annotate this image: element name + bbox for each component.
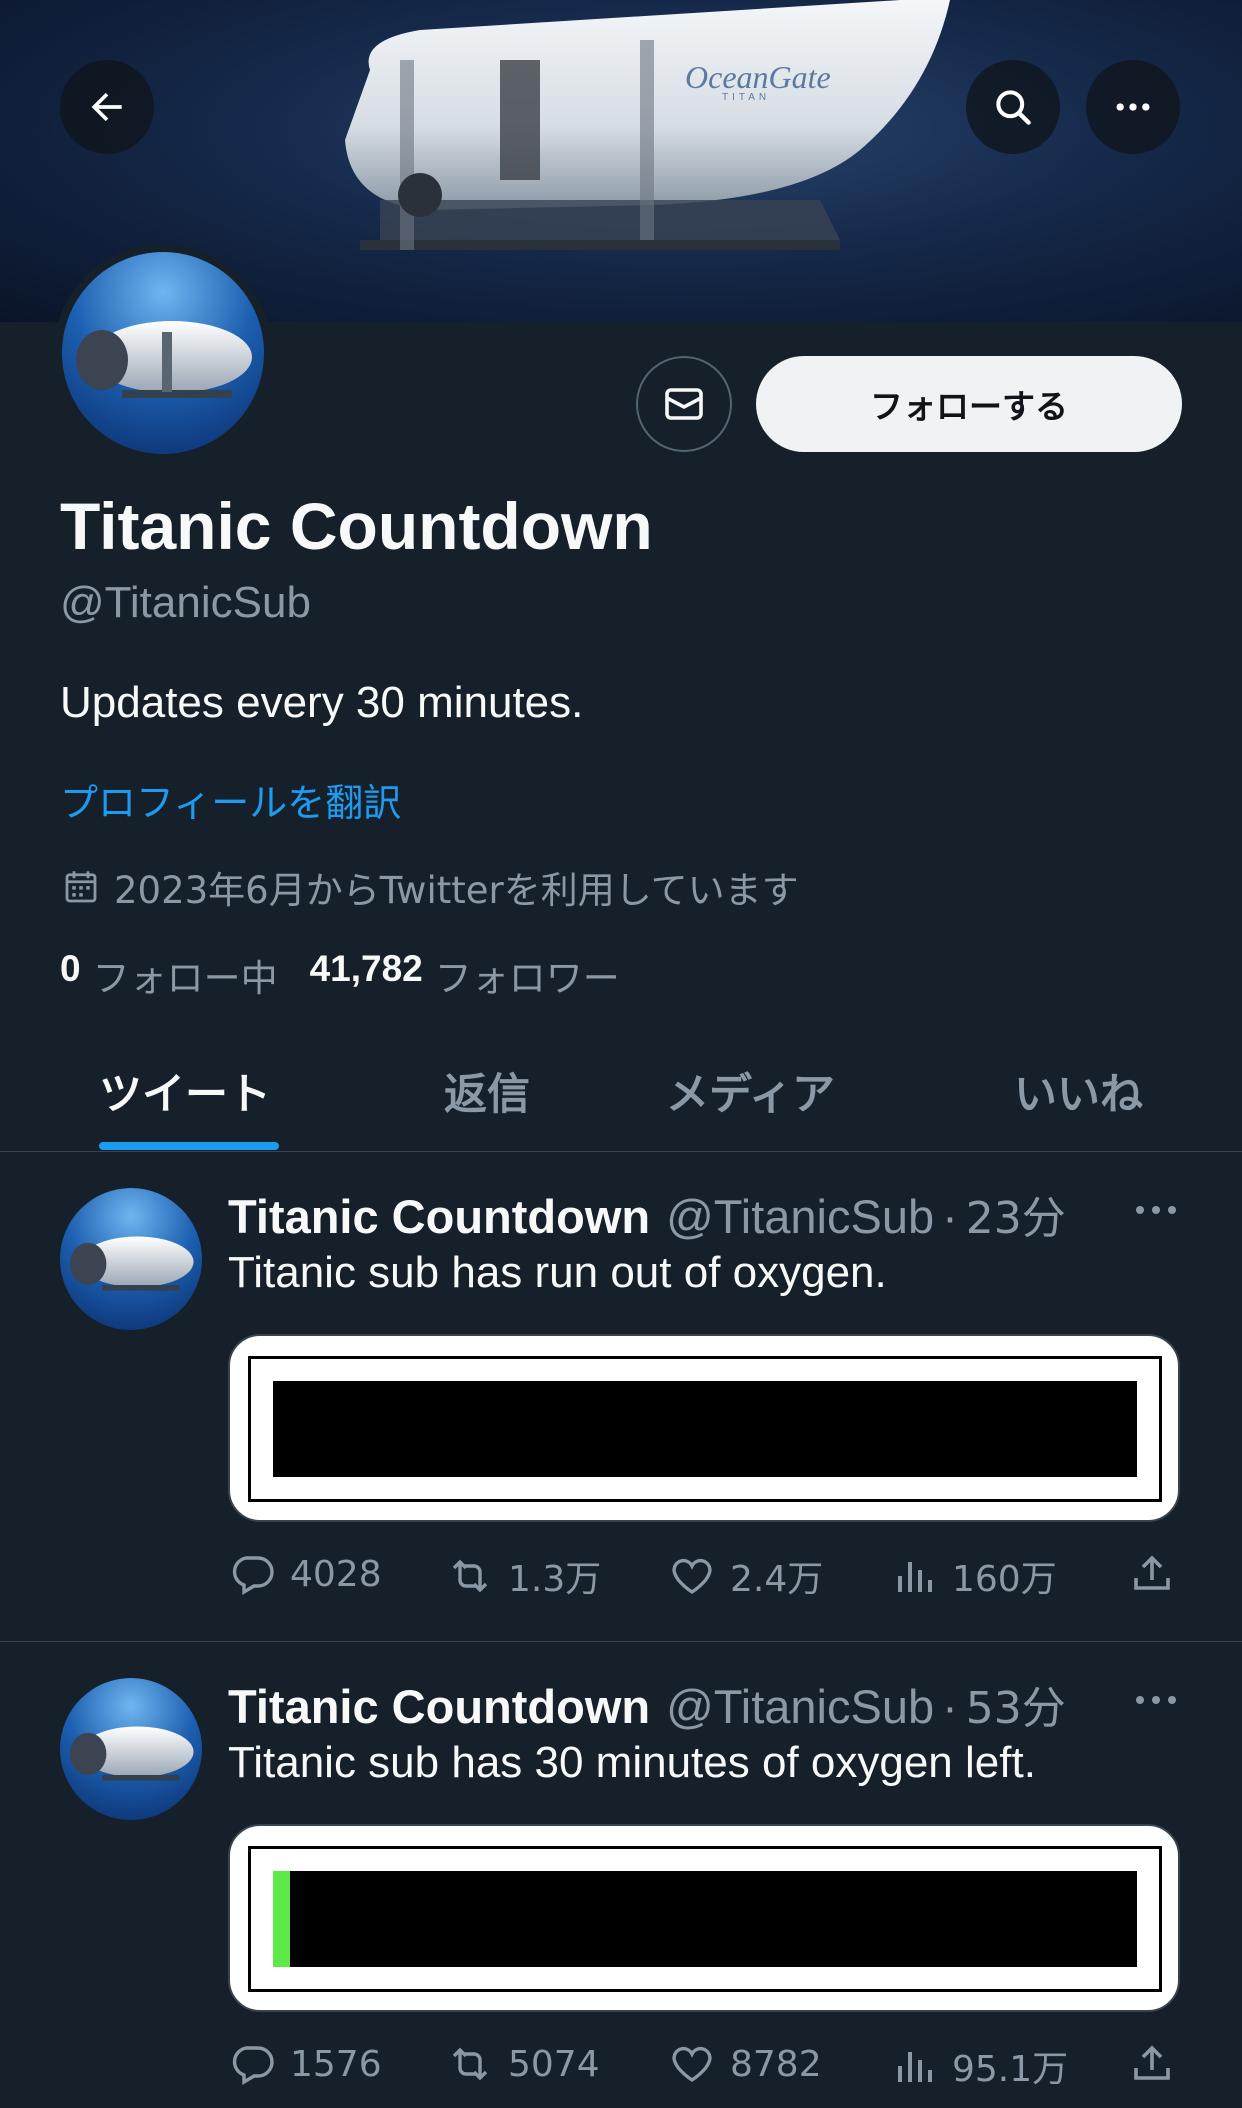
reply-count: 1576 — [290, 2043, 382, 2085]
message-button[interactable] — [636, 356, 732, 452]
following-stat[interactable]: 0 フォロー中 — [60, 948, 278, 1002]
like-action[interactable]: 2.4万 — [668, 1550, 823, 1602]
share-action[interactable] — [1128, 2040, 1176, 2088]
banner-brand-text: OceanGate — [685, 59, 831, 95]
follow-stats: 0 フォロー中 41,782 フォロワー — [60, 948, 642, 1002]
submarine-avatar-image — [60, 1678, 202, 1820]
share-action[interactable] — [1128, 1550, 1176, 1598]
tweet-author-name[interactable]: Titanic Countdown — [228, 1189, 650, 1244]
tweet-header: Titanic Countdown @TitanicSub · 53分 — [228, 1672, 1066, 1736]
submarine-avatar-image — [60, 1188, 202, 1330]
tab-likes[interactable]: いいね — [1014, 1060, 1143, 1122]
profile-avatar[interactable] — [54, 244, 272, 462]
follow-button[interactable]: フォローする — [756, 356, 1182, 452]
tweet[interactable]: Titanic Countdown @TitanicSub · 53分 Tita… — [0, 1642, 1242, 2108]
tweet-avatar[interactable] — [60, 1188, 202, 1330]
retweet-icon — [452, 2047, 488, 2081]
tweet-author-handle[interactable]: @TitanicSub — [666, 1189, 934, 1244]
tweet-avatar[interactable] — [60, 1678, 202, 1820]
search-icon — [996, 90, 1031, 125]
following-label: フォロー中 — [92, 957, 278, 1000]
profile-bio: Updates every 30 minutes. — [60, 678, 584, 727]
retweet-action[interactable]: 1.3万 — [446, 1550, 601, 1602]
tweet-author-handle[interactable]: @TitanicSub — [666, 1679, 934, 1734]
tweet-time[interactable]: 53分 — [966, 1672, 1066, 1736]
tweet-actions: 4028 1.3万 2.4万 160万 — [228, 1550, 1180, 1610]
followers-count: 41,782 — [309, 948, 423, 989]
more-horizontal-icon — [1116, 103, 1150, 111]
views-count: 160万 — [952, 1559, 1057, 1600]
following-count: 0 — [60, 948, 81, 989]
active-tab-indicator — [99, 1142, 279, 1150]
tweet-more-button[interactable] — [1126, 1680, 1186, 1720]
reply-icon — [232, 1556, 274, 1596]
back-button[interactable] — [60, 60, 154, 154]
followers-stat[interactable]: 41,782 フォロワー — [310, 948, 620, 1002]
retweet-count: 1.3万 — [508, 1559, 602, 1600]
oxygen-meter-bar — [273, 1381, 1137, 1477]
profile-handle: @TitanicSub — [60, 578, 311, 627]
reply-count: 4028 — [290, 1553, 382, 1595]
translate-profile-link[interactable]: プロフィールを翻訳 — [60, 772, 401, 827]
reply-icon — [232, 2046, 274, 2086]
tab-replies[interactable]: 返信 — [444, 1060, 530, 1122]
oxygen-meter-frame — [248, 1846, 1162, 1992]
mail-icon — [665, 388, 703, 420]
tweet-time[interactable]: 23分 — [966, 1182, 1066, 1246]
joined-date: 2023年6月からTwitterを利用しています — [60, 860, 799, 914]
tab-tweets[interactable]: ツイート — [99, 1060, 271, 1122]
tweet-media[interactable] — [228, 1334, 1180, 1522]
more-button[interactable] — [1086, 60, 1180, 154]
tweet-separator: · — [942, 1190, 958, 1243]
heart-icon — [672, 1558, 712, 1595]
reply-action[interactable]: 1576 — [228, 2040, 382, 2088]
tweet-header: Titanic Countdown @TitanicSub · 23分 — [228, 1182, 1066, 1246]
share-icon — [1134, 1555, 1170, 1590]
profile-tabs: ツイート 返信 メディア いいね — [0, 1040, 1242, 1152]
tweet-separator: · — [942, 1680, 958, 1733]
tweet-more-button[interactable] — [1126, 1190, 1186, 1230]
joined-text: 2023年6月からTwitterを利用しています — [114, 869, 799, 912]
submarine-avatar-image — [62, 252, 264, 454]
more-horizontal-icon — [1136, 1206, 1176, 1214]
oxygen-meter-frame — [248, 1356, 1162, 1502]
views-action[interactable]: 160万 — [890, 1550, 1057, 1602]
tweet-author-name[interactable]: Titanic Countdown — [228, 1679, 650, 1734]
retweet-action[interactable]: 5074 — [446, 2040, 600, 2088]
calendar-icon — [65, 871, 97, 903]
heart-icon — [672, 2046, 712, 2083]
tweet-text: Titanic sub has 30 minutes of oxygen lef… — [228, 1738, 1036, 1787]
tweet-media[interactable] — [228, 1824, 1180, 2012]
like-count: 2.4万 — [730, 1559, 824, 1600]
banner-sub-text: TITAN — [722, 92, 770, 103]
tweet[interactable]: Titanic Countdown @TitanicSub · 23分 Tita… — [0, 1152, 1242, 1642]
retweet-icon — [452, 1559, 488, 1593]
oxygen-meter-fill — [273, 1871, 291, 1967]
like-action[interactable]: 8782 — [668, 2040, 822, 2088]
share-icon — [1134, 2045, 1170, 2080]
oxygen-meter-bar — [273, 1871, 1137, 1967]
more-horizontal-icon — [1136, 1696, 1176, 1704]
like-count: 8782 — [730, 2043, 822, 2085]
profile-name: Titanic Countdown — [60, 489, 653, 563]
reply-action[interactable]: 4028 — [228, 1550, 382, 1598]
analytics-icon — [898, 2052, 932, 2082]
tweet-actions: 1576 5074 8782 95.1万 — [228, 2040, 1180, 2100]
followers-label: フォロワー — [434, 957, 620, 1000]
tab-media[interactable]: メディア — [666, 1060, 835, 1122]
analytics-icon — [898, 1562, 932, 1592]
arrow-left-icon — [91, 92, 122, 122]
search-button[interactable] — [966, 60, 1060, 154]
views-count: 95.1万 — [952, 2049, 1069, 2090]
views-action[interactable]: 95.1万 — [890, 2040, 1068, 2092]
retweet-count: 5074 — [508, 2043, 600, 2085]
tweet-text: Titanic sub has run out of oxygen. — [228, 1248, 887, 1297]
